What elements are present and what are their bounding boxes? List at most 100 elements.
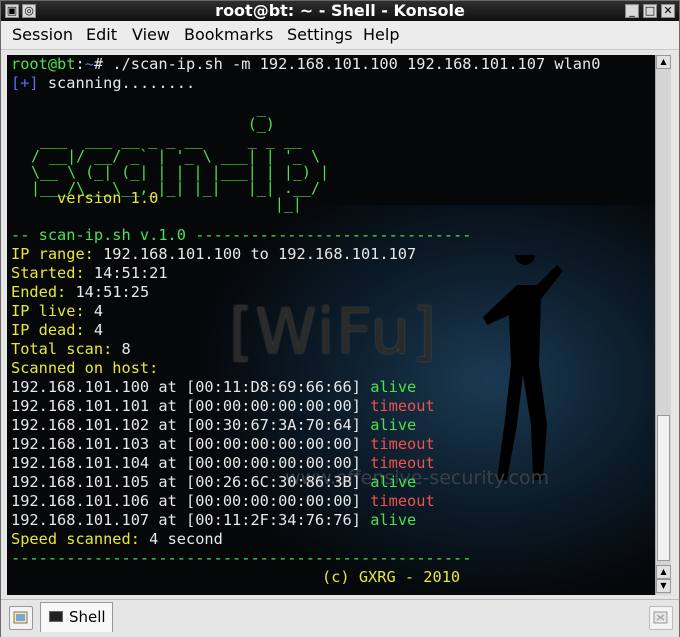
title-bar[interactable]: ▣ ◎ root@bt: ~ - Shell - Konsole _ □ ✕ [1, 1, 679, 21]
vertical-scrollbar[interactable]: ▲ ▲ ▼ [655, 55, 671, 595]
ip-dead-label: IP dead: [11, 321, 85, 339]
prompt-path: ~ [84, 55, 94, 73]
scroll-up-icon[interactable]: ▲ [656, 565, 671, 579]
host-ip: 192.168.101.105 [11, 473, 150, 491]
scroll-down-icon[interactable]: ▼ [656, 579, 671, 593]
host-ip: 192.168.101.104 [11, 454, 150, 472]
ip-live-value: 4 [84, 302, 104, 320]
host-mac: [00:11:2F:34:76:76] [186, 511, 361, 529]
prompt-line: root@bt:~# ./scan-ip.sh -m 192.168.101.1… [11, 55, 600, 74]
host-ip: 192.168.101.107 [11, 511, 150, 529]
host-mac: [00:00:00:00:00:00] [186, 454, 361, 472]
host-mac: [00:30:67:3A:70:64] [186, 416, 361, 434]
ip-range-value: 192.168.101.100 to 192.168.101.107 [93, 245, 417, 263]
host-row: 192.168.101.102 at [00:30:67:3A:70:64] a… [11, 416, 416, 435]
host-ip: 192.168.101.100 [11, 378, 150, 396]
host-status: alive [370, 473, 417, 491]
terminal-icon [49, 611, 63, 622]
scan-line: [+] scanning........ [11, 74, 195, 93]
host-status: alive [370, 416, 417, 434]
ip-dead-value: 4 [84, 321, 104, 339]
tab-label: Shell [69, 608, 106, 626]
host-at: at [149, 492, 186, 510]
host-row: 192.168.101.104 at [00:00:00:00:00:00] t… [11, 454, 435, 473]
speed-line: Speed scanned: 4 second [11, 530, 223, 549]
host-mac: [00:11:D8:69:66:66] [186, 378, 361, 396]
ip-dead-line: IP dead: 4 [11, 321, 103, 340]
total-scan-line: Total scan: 8 [11, 340, 131, 359]
command-text: ./scan-ip.sh -m 192.168.101.100 192.168.… [112, 55, 601, 73]
host-row: 192.168.101.107 at [00:11:2F:34:76:76] a… [11, 511, 416, 530]
host-row: 192.168.101.103 at [00:00:00:00:00:00] t… [11, 435, 435, 454]
total-scan-label: Total scan: [11, 340, 113, 358]
ip-live-label: IP live: [11, 302, 85, 320]
host-status: timeout [370, 454, 435, 472]
ended-value: 14:51:25 [66, 283, 150, 301]
konsole-window: ▣ ◎ root@bt: ~ - Shell - Konsole _ □ ✕ S… [0, 0, 680, 637]
menu-view[interactable]: View [132, 25, 170, 44]
host-at: at [149, 473, 186, 491]
host-status: alive [370, 378, 417, 396]
tab-bar: Shell [1, 599, 679, 637]
prompt-user: root@bt [11, 55, 76, 73]
minimize-icon[interactable]: _ [625, 4, 639, 18]
total-scan-value: 8 [112, 340, 131, 358]
scroll-thumb[interactable] [657, 415, 670, 561]
close-tab-icon[interactable] [649, 606, 673, 630]
host-ip: 192.168.101.103 [11, 435, 150, 453]
host-at: at [149, 454, 186, 472]
host-mac: [00:00:00:00:00:00] [186, 397, 361, 415]
host-row: 192.168.101.106 at [00:00:00:00:00:00] t… [11, 492, 435, 511]
ended-label: Ended: [11, 283, 67, 301]
menu-settings[interactable]: Settings [287, 25, 353, 44]
started-line: Started: 14:51:21 [11, 264, 168, 283]
host-at: at [149, 416, 186, 434]
host-mac: [00:00:00:00:00:00] [186, 492, 361, 510]
ended-line: Ended: 14:51:25 [11, 283, 149, 302]
host-row: 192.168.101.100 at [00:11:D8:69:66:66] a… [11, 378, 416, 397]
host-status: timeout [370, 435, 435, 453]
ip-range-label: IP range: [11, 245, 94, 263]
host-ip: 192.168.101.101 [11, 397, 150, 415]
host-status: alive [370, 511, 417, 529]
prompt-end: # [93, 55, 113, 73]
tab-shell[interactable]: Shell [40, 602, 113, 632]
speed-value: 4 second [139, 530, 223, 548]
menu-bookmarks[interactable]: Bookmarks [184, 25, 273, 44]
host-at: at [149, 397, 186, 415]
host-status: timeout [370, 492, 435, 510]
wifu-watermark: [WiFu] [229, 295, 439, 368]
host-status: timeout [370, 397, 435, 415]
scanned-on-host: Scanned on host: [11, 359, 159, 377]
terminal-output[interactable]: [WiFu] www.offensive-security.com root@b… [7, 55, 655, 595]
menu-session[interactable]: Session [12, 25, 73, 44]
menu-bar: Session Edit View Bookmarks Settings Hel… [1, 21, 679, 50]
host-row: 192.168.101.101 at [00:00:00:00:00:00] t… [11, 397, 435, 416]
ip-live-line: IP live: 4 [11, 302, 103, 321]
menu-help[interactable]: Help [363, 25, 399, 44]
close-icon[interactable]: ✕ [661, 4, 675, 18]
new-tab-icon[interactable] [9, 606, 33, 630]
started-value: 14:51:21 [84, 264, 168, 282]
prompt-sep: : [75, 55, 85, 73]
header-line: -- scan-ip.sh v.1.0 --------------------… [11, 226, 472, 244]
scan-marker: [+] [11, 74, 39, 92]
host-mac: [00:00:00:00:00:00] [186, 435, 361, 453]
maximize-icon[interactable]: □ [643, 4, 657, 18]
host-ip: 192.168.101.102 [11, 416, 150, 434]
copyright-text: (c) GXRG - 2010 [322, 568, 461, 586]
host-at: at [149, 511, 186, 529]
footer-line: ----------------------------------------… [11, 549, 472, 567]
host-ip: 192.168.101.106 [11, 492, 150, 510]
window-title: root@bt: ~ - Shell - Konsole [215, 1, 465, 20]
started-label: Started: [11, 264, 85, 282]
host-mac: [00:26:6C:30:86:3B] [186, 473, 361, 491]
scan-text: scanning........ [38, 74, 196, 92]
version-text: version 1.0 [57, 189, 159, 207]
host-row: 192.168.101.105 at [00:26:6C:30:86:3B] a… [11, 473, 416, 492]
fighter-silhouette-icon [483, 255, 563, 480]
scroll-up-icon[interactable]: ▲ [656, 55, 671, 69]
menu-edit[interactable]: Edit [86, 25, 117, 44]
host-at: at [149, 378, 186, 396]
speed-label: Speed scanned: [11, 530, 140, 548]
